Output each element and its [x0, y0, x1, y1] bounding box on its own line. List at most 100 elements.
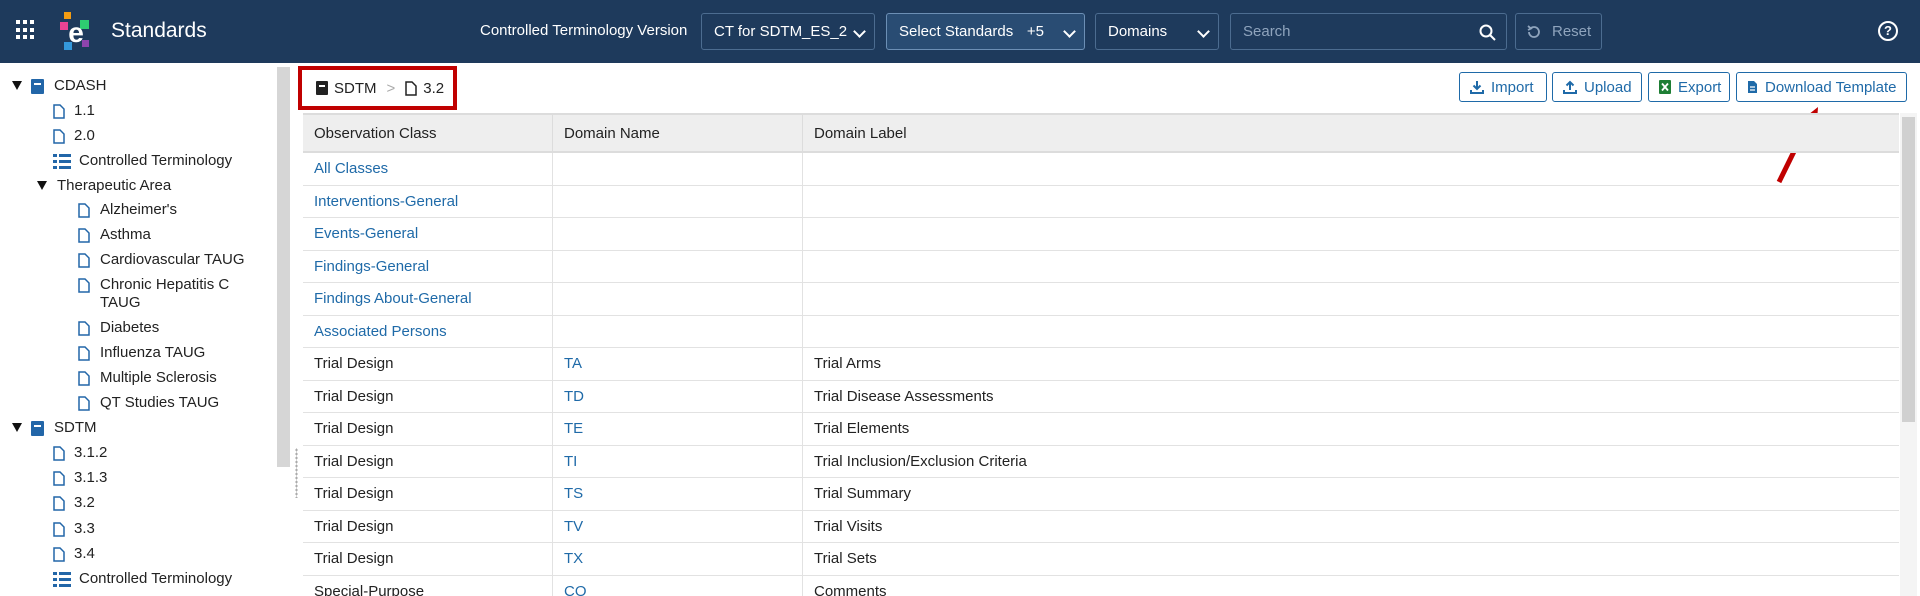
table-row[interactable]: Findings About-General	[303, 283, 1899, 316]
table-row[interactable]: Trial Design TA Trial Arms	[303, 348, 1899, 381]
tree-item-label: 3.3	[74, 520, 95, 537]
column-header-observation-class[interactable]: Observation Class	[303, 115, 553, 153]
table-scrollbar[interactable]	[1900, 113, 1917, 596]
table-row[interactable]: Interventions-General	[303, 185, 1899, 218]
tree-item-label: 1.1	[74, 102, 95, 119]
cell-observation-class[interactable]: Associated Persons	[303, 315, 553, 348]
import-button[interactable]: Import	[1459, 72, 1547, 102]
tree-item-cdash-ct[interactable]: Controlled Terminology	[53, 152, 232, 172]
table-row[interactable]: Trial Design TS Trial Summary	[303, 478, 1899, 511]
tree-item-sdtm-ct[interactable]: Controlled Terminology	[53, 570, 232, 590]
tree-item-multiple-sclerosis[interactable]: Multiple Sclerosis	[78, 369, 217, 389]
table-row[interactable]: Trial Design TX Trial Sets	[303, 543, 1899, 576]
column-header-domain-name[interactable]: Domain Name	[553, 115, 803, 153]
tree-item-cdash-1-1[interactable]: 1.1	[53, 102, 95, 122]
tree-item-sdtm-3-2[interactable]: 3.2	[53, 494, 95, 514]
sidebar-scrollbar[interactable]	[277, 67, 290, 467]
cell-observation-class: Trial Design	[303, 348, 553, 380]
cell-domain-name[interactable]: TV	[553, 510, 803, 543]
domains-select[interactable]: Domains	[1095, 13, 1219, 50]
document-icon	[78, 228, 90, 243]
export-button[interactable]: Export	[1648, 72, 1730, 102]
cell-domain-name	[553, 218, 803, 250]
reset-button[interactable]: Reset	[1515, 13, 1602, 50]
cell-domain-name[interactable]: CO	[553, 575, 803, 596]
table-row[interactable]: Findings-General	[303, 250, 1899, 283]
tree-item-influenza[interactable]: Influenza TAUG	[78, 344, 205, 364]
cell-domain-name	[553, 153, 803, 185]
cell-observation-class[interactable]: Events-General	[303, 218, 553, 250]
tree-item-sdtm-3-3[interactable]: 3.3	[53, 520, 95, 540]
cell-observation-class[interactable]: Findings-General	[303, 250, 553, 283]
table-row[interactable]: Special-Purpose CO Comments	[303, 575, 1899, 596]
tree-item-cdash-2-0[interactable]: 2.0	[53, 127, 95, 147]
tree-item-alzheimers[interactable]: Alzheimer's	[78, 201, 177, 221]
tree-node-label: Therapeutic Area	[57, 177, 172, 194]
help-icon[interactable]: ?	[1878, 21, 1898, 41]
cell-observation-class: Trial Design	[303, 380, 553, 413]
cell-domain-label: Trial Inclusion/Exclusion Criteria	[814, 452, 1027, 470]
search-input[interactable]: Search	[1230, 13, 1507, 50]
tree-item-cardiovascular[interactable]: Cardiovascular TAUG	[78, 251, 245, 271]
tree-item-label: Alzheimer's	[100, 201, 178, 218]
tree-item-label: 2.0	[74, 127, 95, 144]
table-row[interactable]: All Classes	[303, 153, 1899, 186]
cell-observation-class[interactable]: Findings About-General	[303, 283, 553, 315]
tree-item-diabetes[interactable]: Diabetes	[78, 319, 159, 339]
expand-triangle-icon[interactable]	[12, 81, 22, 90]
standards-select[interactable]: Select Standards +5	[886, 13, 1085, 50]
cell-domain-name[interactable]: TA	[553, 348, 803, 380]
breadcrumb: SDTM > 3.2	[298, 66, 457, 110]
cell-domain-name[interactable]: TI	[553, 445, 803, 478]
list-icon	[53, 154, 71, 169]
cell-domain-name[interactable]: TE	[553, 413, 803, 445]
reset-icon	[1527, 24, 1540, 38]
chevron-down-icon	[1063, 25, 1076, 38]
expand-triangle-icon[interactable]	[37, 181, 47, 190]
cell-domain-name[interactable]: TX	[553, 543, 803, 575]
download-template-button[interactable]: Download Template	[1736, 72, 1907, 102]
tree-item-sdtm-3-1-3[interactable]: 3.1.3	[53, 469, 107, 489]
panel-splitter[interactable]	[294, 63, 300, 596]
cell-observation-class[interactable]: Interventions-General	[303, 185, 553, 218]
expand-triangle-icon[interactable]	[12, 423, 22, 432]
search-icon[interactable]	[1479, 24, 1496, 41]
tree-item-chronic-hepatitis[interactable]: Chronic Hepatitis C	[78, 276, 229, 296]
top-bar: e Standards Controlled Terminology Versi…	[0, 0, 1920, 63]
tree-item-sdtm-3-1-2[interactable]: 3.1.2	[53, 444, 107, 464]
document-icon	[405, 80, 418, 96]
table-row[interactable]: Trial Design TD Trial Disease Assessments	[303, 380, 1899, 413]
tree-item-qt-studies[interactable]: QT Studies TAUG	[78, 394, 219, 414]
breadcrumb-root[interactable]: SDTM	[334, 80, 377, 97]
tree-node-sdtm[interactable]: SDTM	[12, 419, 97, 439]
upload-button[interactable]: Upload	[1552, 72, 1642, 102]
table-row[interactable]: Associated Persons	[303, 315, 1899, 348]
svg-text:e: e	[68, 17, 84, 48]
book-icon	[31, 421, 44, 436]
cell-domain-label: Trial Arms	[814, 355, 881, 372]
ct-version-label: Controlled Terminology Version	[480, 22, 688, 39]
table-row[interactable]: Trial Design TV Trial Visits	[303, 510, 1899, 543]
table-row[interactable]: Trial Design TE Trial Elements	[303, 413, 1899, 446]
standards-value: Select Standards	[899, 23, 1014, 40]
scrollbar-thumb[interactable]	[1902, 117, 1915, 422]
cell-domain-name[interactable]: TS	[553, 478, 803, 510]
ct-version-select[interactable]: CT for SDTM_ES_2	[701, 13, 875, 50]
ct-version-value: CT for SDTM_ES_2	[714, 23, 848, 40]
cell-observation-class[interactable]: All Classes	[303, 153, 553, 185]
cell-domain-name[interactable]: TD	[553, 380, 803, 413]
domains-table: Observation Class Domain Name Domain Lab…	[303, 113, 1899, 596]
tree-item-asthma[interactable]: Asthma	[78, 226, 151, 246]
tree-item-label: 3.1.3	[74, 469, 108, 486]
column-header-domain-label[interactable]: Domain Label	[803, 115, 1899, 153]
cell-domain-label: Trial Elements	[814, 420, 910, 437]
table-row[interactable]: Trial Design TI Trial Inclusion/Exclusion …	[303, 445, 1899, 478]
search-placeholder: Search	[1243, 23, 1291, 40]
cell-domain-label: Trial Summary	[814, 485, 911, 502]
table-row[interactable]: Events-General	[303, 218, 1899, 251]
tree-item-sdtm-3-4[interactable]: 3.4	[53, 545, 95, 565]
tree-node-therapeutic-area[interactable]: Therapeutic Area	[37, 177, 171, 197]
apps-grid-icon[interactable]	[16, 20, 36, 40]
download-icon	[1470, 81, 1484, 94]
tree-node-cdash[interactable]: CDASH	[12, 77, 107, 97]
